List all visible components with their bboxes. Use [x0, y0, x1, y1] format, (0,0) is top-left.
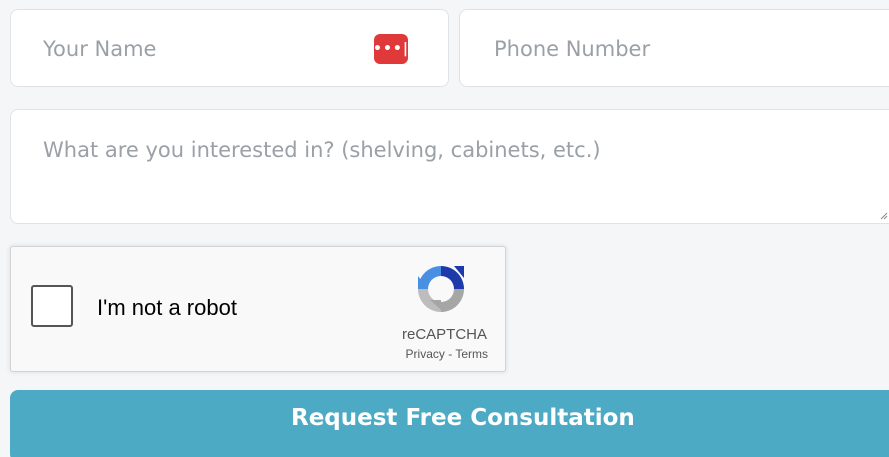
name-input[interactable] [43, 34, 363, 64]
request-consultation-label: Request Free Consultation [291, 405, 635, 431]
recaptcha-brand: reCAPTCHA [401, 326, 487, 343]
phone-field [459, 9, 889, 87]
request-consultation-button[interactable]: Request Free Consultation [10, 390, 889, 457]
resize-handle-icon[interactable] [880, 212, 888, 220]
name-field: •••| [10, 9, 449, 87]
contact-form: •••| I'm not a robot reCAPTCHA Privacy -… [0, 0, 889, 457]
password-dots-icon: •••| [373, 41, 409, 57]
link-separator: - [444, 347, 456, 361]
recaptcha-widget: I'm not a robot reCAPTCHA Privacy - Term… [10, 246, 506, 372]
recaptcha-checkbox-label: I'm not a robot [97, 295, 237, 320]
recaptcha-logo-icon [418, 266, 464, 312]
password-manager-icon[interactable]: •••| [373, 34, 409, 64]
phone-input[interactable] [494, 34, 874, 64]
terms-link[interactable]: Terms [455, 347, 488, 361]
recaptcha-checkbox[interactable] [31, 285, 73, 327]
interest-textarea[interactable] [43, 135, 873, 205]
recaptcha-links: Privacy - Terms [11, 347, 488, 361]
privacy-link[interactable]: Privacy [406, 347, 445, 361]
interest-field [10, 109, 889, 224]
